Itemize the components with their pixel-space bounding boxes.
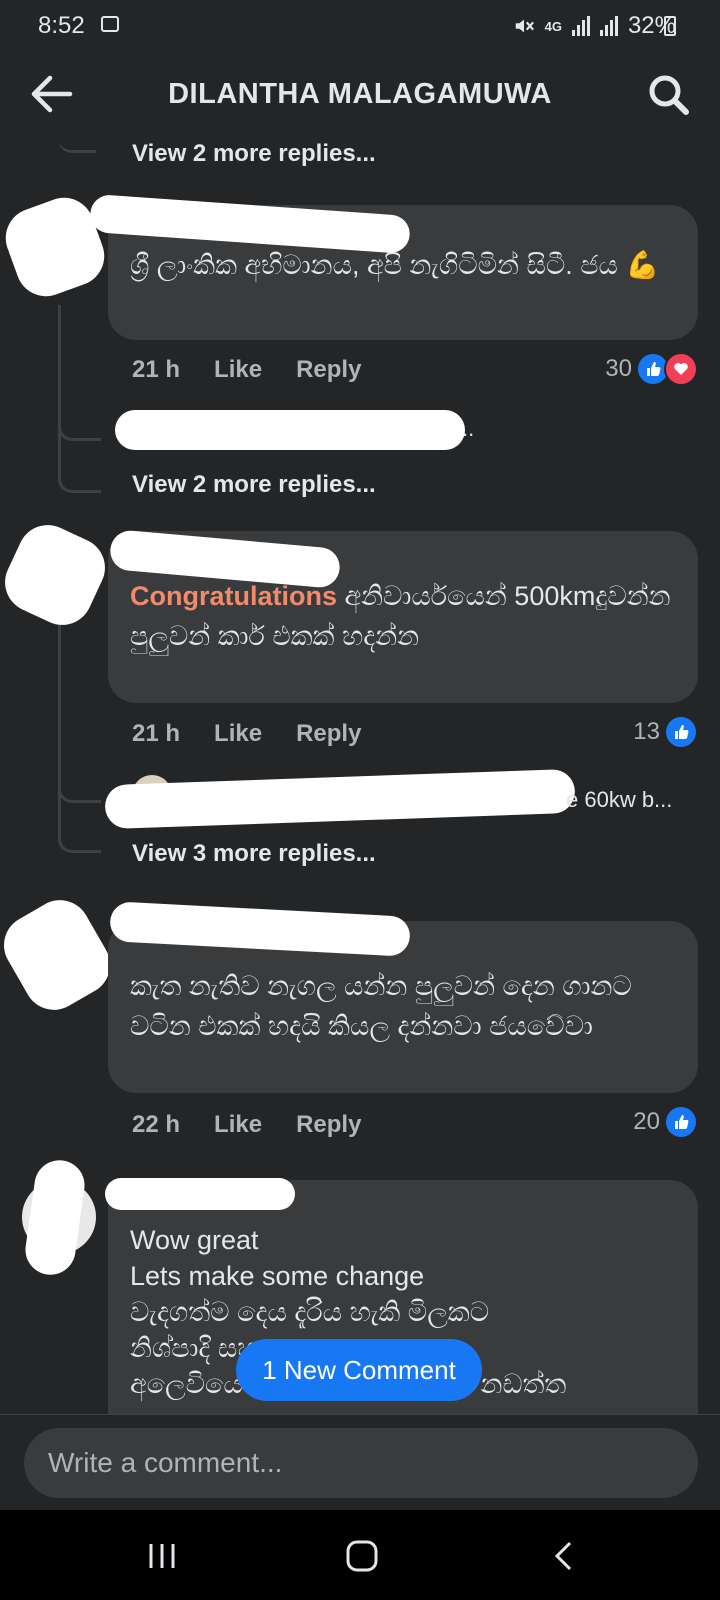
status-right: 4G 32%: [513, 12, 676, 40]
view-more-replies[interactable]: View 3 more replies...: [132, 840, 376, 868]
reply-button[interactable]: Reply: [296, 720, 361, 747]
like-button[interactable]: Like: [214, 720, 262, 747]
reply-preview-text[interactable]: ..: [462, 416, 474, 442]
comment-text: Congratulations අනිවාර්යයෙන් 500kmදුවන්න…: [130, 576, 676, 656]
mute-icon: [515, 19, 534, 33]
like-button[interactable]: Like: [214, 1111, 262, 1138]
love-reaction-icon: [664, 352, 698, 386]
gallery-notification-icon: [101, 16, 119, 32]
comment-time: 22 h: [132, 1111, 181, 1138]
status-time: 8:52: [38, 12, 85, 39]
view-more-replies[interactable]: View 2 more replies...: [132, 140, 376, 168]
thread-line: [58, 605, 61, 805]
reply-button[interactable]: Reply: [296, 356, 361, 383]
comment-time: 21 h: [132, 356, 181, 383]
comment-time: 21 h: [132, 720, 181, 747]
comment-meta: 21 h Like Reply: [132, 720, 395, 748]
comment: Congratulations අනිවාර්යයෙන් 500kmදුවන්න…: [0, 515, 720, 875]
comment: කැත නැතිව නැගල යන්න පුලුවන් දෙන ගානට වටි…: [0, 889, 720, 1139]
comment-text: ශ්‍රී ලාංකික අභිමානය, අපි නැගිටිමින් සිට…: [130, 250, 660, 280]
nav-back-icon[interactable]: [552, 1540, 576, 1572]
redaction-scribble: [115, 410, 465, 450]
comment-meta: 21 h Like Reply: [132, 356, 395, 384]
like-button[interactable]: Like: [214, 356, 262, 383]
comment: ශ්‍රී ලාංකික අභිමානය, අපි නැගිටිමින් සිට…: [0, 189, 720, 500]
like-reaction-icon: [664, 715, 698, 749]
redaction-scribble: [0, 515, 115, 635]
redaction-scribble: [105, 1178, 295, 1210]
reaction-count: 30: [605, 355, 632, 382]
home-icon[interactable]: [346, 1540, 378, 1572]
new-comment-pill[interactable]: 1 New Comment: [236, 1339, 482, 1401]
status-bar: 8:52 4G 32%: [0, 0, 720, 52]
reply-connector: [58, 795, 101, 853]
top-bar: DILANTHA MALAGAMUWA: [0, 52, 720, 138]
reaction-count: 20: [633, 1108, 660, 1135]
view-more-replies[interactable]: View 2 more replies...: [132, 471, 376, 499]
reply-button[interactable]: Reply: [296, 1111, 361, 1138]
comment-text: කැත නැතිව නැගල යන්න පුලුවන් දෙන ගානට වටි…: [130, 971, 632, 1041]
signal-icon-2: [599, 16, 618, 36]
like-reaction-icon: [664, 1105, 698, 1139]
reply-connector: [58, 430, 101, 493]
reaction-summary[interactable]: 30: [605, 352, 698, 386]
redaction-scribble: [104, 768, 576, 830]
comment-meta: 22 h Like Reply: [132, 1111, 395, 1139]
system-nav-bar: [0, 1510, 720, 1600]
recent-apps-icon[interactable]: [146, 1542, 178, 1570]
page-title: DILANTHA MALAGAMUWA: [168, 78, 552, 110]
thread-connector: [58, 138, 96, 153]
network-type: 4G: [544, 18, 562, 34]
reaction-summary[interactable]: 13: [633, 715, 698, 749]
comment-input[interactable]: Write a comment...: [24, 1428, 698, 1498]
reaction-count: 13: [633, 718, 660, 745]
reply-preview-text[interactable]: e 60kw b...: [566, 787, 672, 813]
redaction-scribble: [0, 889, 121, 1021]
redaction-scribble: [22, 1160, 88, 1278]
reaction-summary[interactable]: 20: [633, 1105, 698, 1139]
battery-icon: [664, 16, 676, 36]
signal-icon: [571, 16, 590, 36]
search-icon[interactable]: [646, 72, 690, 116]
thread-line: [58, 305, 61, 430]
